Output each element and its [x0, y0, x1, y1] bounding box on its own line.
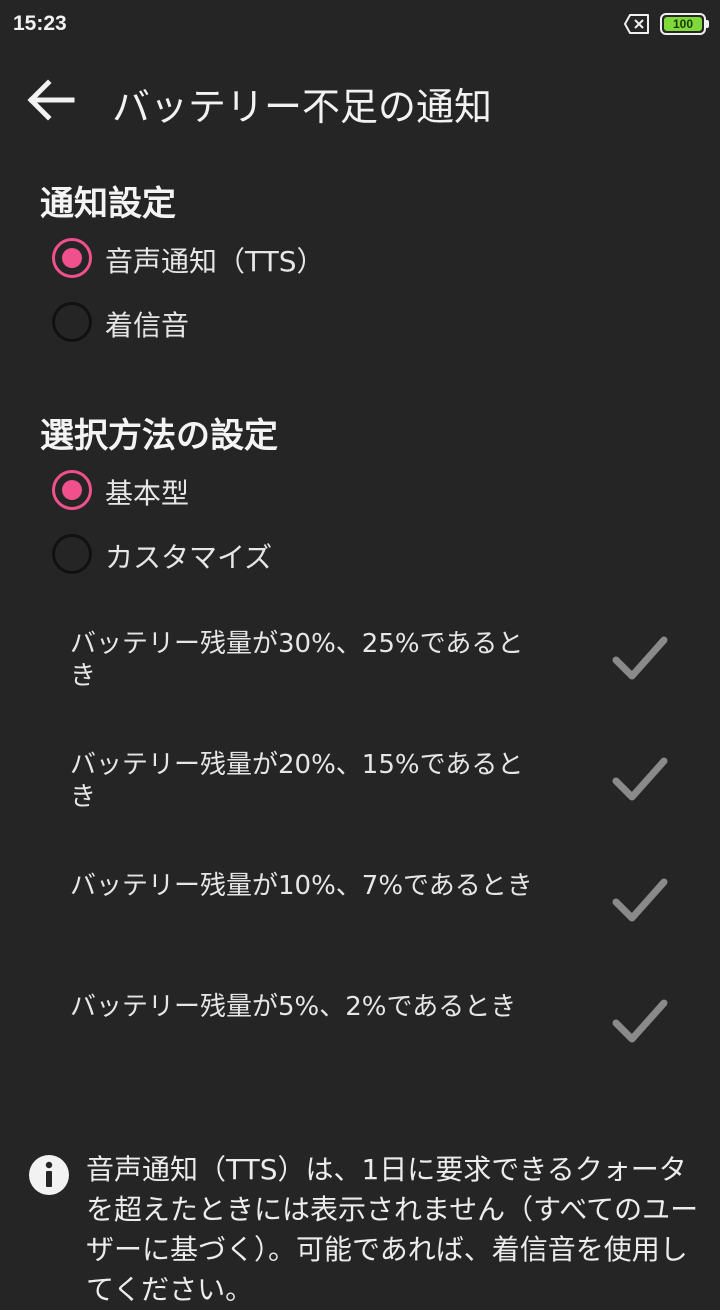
threshold-label: バッテリー残量が5%、2%であるとき	[70, 992, 517, 1022]
info-text: 音声通知（TTS）は、1日に要求できるクォータを超えたときには表示されません（す…	[86, 1153, 699, 1306]
threshold-label: バッテリー残量が30%、25%であるとき	[70, 629, 524, 691]
radio-button-selected[interactable]	[52, 238, 92, 278]
threshold-label: バッテリー残量が10%、7%であるとき	[70, 871, 533, 901]
page-title: バッテリー不足の通知	[112, 85, 493, 129]
radio-label: 着信音	[105, 309, 190, 342]
radio-ringtone[interactable]: 着信音	[50, 300, 650, 348]
radio-button-selected[interactable]	[52, 470, 92, 510]
radio-label: 音声通知（TTS）	[105, 245, 325, 278]
back-arrow-icon[interactable]	[20, 72, 80, 128]
radio-customize[interactable]: カスタマイズ	[50, 532, 650, 580]
battery-icon: 100	[660, 13, 709, 35]
selection-method-title: 選択方法の設定	[40, 416, 278, 456]
info-icon	[29, 1155, 69, 1195]
notification-settings-title: 通知設定	[40, 184, 176, 224]
battery-level: 100	[664, 17, 702, 31]
app-bar: バッテリー不足の通知	[0, 50, 720, 150]
threshold-row-10-7[interactable]: バッテリー残量が10%、7%であるとき	[70, 870, 680, 970]
no-sim-icon	[624, 14, 649, 34]
threshold-row-30-25[interactable]: バッテリー残量が30%、25%であるとき	[70, 628, 680, 728]
checkmark-icon[interactable]	[610, 751, 670, 811]
radio-button[interactable]	[52, 302, 92, 342]
radio-label: 基本型	[105, 477, 190, 510]
radio-label: カスタマイズ	[105, 541, 273, 574]
status-time: 15:23	[13, 12, 67, 35]
threshold-label: バッテリー残量が20%、15%であるとき	[70, 750, 524, 812]
status-bar: 15:23 100	[0, 0, 720, 50]
checkmark-icon[interactable]	[610, 993, 670, 1053]
checkmark-icon[interactable]	[610, 630, 670, 690]
radio-tts[interactable]: 音声通知（TTS）	[50, 236, 650, 284]
radio-basic[interactable]: 基本型	[50, 468, 650, 516]
checkmark-icon[interactable]	[610, 872, 670, 932]
threshold-row-20-15[interactable]: バッテリー残量が20%、15%であるとき	[70, 749, 680, 849]
radio-button[interactable]	[52, 534, 92, 574]
threshold-row-5-2[interactable]: バッテリー残量が5%、2%であるとき	[70, 991, 680, 1091]
